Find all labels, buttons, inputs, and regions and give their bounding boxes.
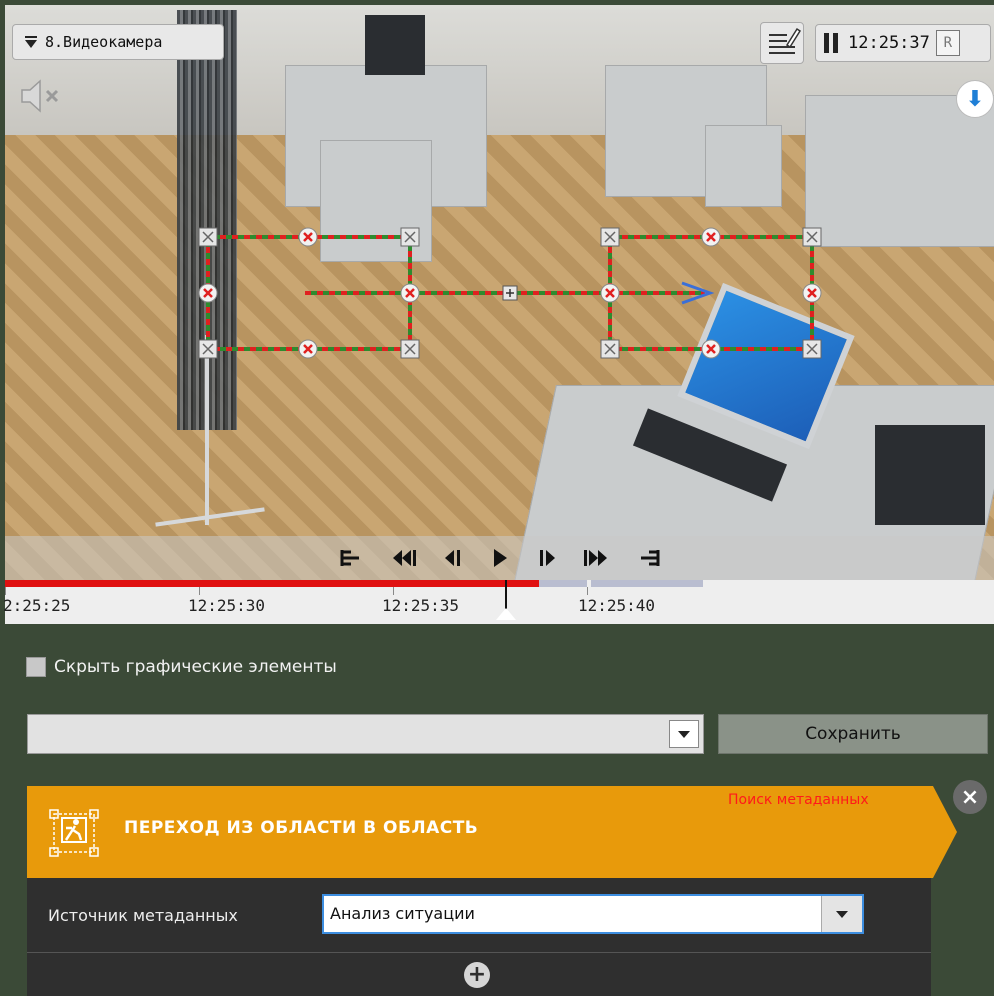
timeline-tick bbox=[393, 587, 394, 595]
go-to-start-icon bbox=[340, 550, 359, 566]
sound-muted-icon[interactable] bbox=[20, 78, 64, 114]
pause-icon[interactable] bbox=[824, 33, 838, 53]
timeline-label: 2:25:25 bbox=[3, 596, 71, 615]
download-button[interactable]: ⬇ bbox=[956, 80, 994, 118]
play-button[interactable] bbox=[479, 538, 521, 578]
close-detector-button[interactable]: × bbox=[953, 780, 987, 814]
timeline-label: 12:25:40 bbox=[578, 596, 656, 615]
timeline-label: 12:25:30 bbox=[188, 596, 266, 615]
metadata-source-dropdown-button[interactable] bbox=[821, 896, 862, 932]
save-button[interactable]: Сохранить bbox=[718, 714, 988, 754]
go-to-start-button[interactable] bbox=[329, 538, 371, 578]
step-back-button[interactable] bbox=[431, 538, 473, 578]
metadata-search-link[interactable]: Поиск метаданных bbox=[728, 792, 869, 808]
metadata-source-value: Анализ ситуации bbox=[330, 904, 475, 923]
preset-select[interactable] bbox=[27, 714, 704, 754]
timeline-recorded bbox=[5, 580, 539, 587]
timeline-label: 12:25:35 bbox=[382, 596, 460, 615]
direction-arrow[interactable] bbox=[305, 281, 715, 305]
fast-forward-icon bbox=[583, 550, 607, 566]
playback-controls bbox=[5, 536, 994, 580]
play-icon bbox=[493, 549, 507, 567]
chevron-down-icon bbox=[678, 730, 690, 738]
step-back-icon bbox=[444, 550, 460, 566]
preset-dropdown-button[interactable] bbox=[669, 720, 699, 748]
timeline-cursor-knob[interactable] bbox=[496, 608, 516, 620]
metadata-source-select[interactable]: Анализ ситуации bbox=[322, 894, 864, 934]
chevron-down-icon bbox=[836, 910, 848, 918]
timeline-archive-segment bbox=[591, 580, 703, 587]
hide-graphics-option[interactable]: Скрыть графические элементы bbox=[26, 654, 337, 680]
camera-selector[interactable]: 8.Видеокамера bbox=[12, 24, 224, 60]
metadata-source-label: Источник метаданных bbox=[48, 906, 238, 925]
current-time: 12:25:37 bbox=[848, 33, 930, 53]
fast-rewind-button[interactable] bbox=[383, 538, 425, 578]
detector-title: ПЕРЕХОД ИЗ ОБЛАСТИ В ОБЛАСТЬ bbox=[124, 818, 479, 838]
timeline-tick bbox=[587, 587, 588, 595]
timeline[interactable]: 2:25:25 12:25:30 12:25:35 12:25:40 bbox=[3, 580, 994, 624]
fast-rewind-icon bbox=[392, 550, 416, 566]
dropdown-icon bbox=[25, 36, 37, 48]
edit-scene-button[interactable] bbox=[760, 22, 804, 64]
timeline-archive-segment bbox=[539, 580, 587, 587]
go-to-end-icon bbox=[640, 550, 659, 566]
fast-forward-button[interactable] bbox=[575, 538, 617, 578]
plus-icon: + bbox=[467, 962, 487, 987]
record-badge[interactable]: R bbox=[935, 30, 960, 56]
close-icon: × bbox=[960, 784, 980, 810]
timeline-tick bbox=[199, 587, 200, 595]
edit-notes-icon bbox=[769, 27, 802, 54]
hide-graphics-label: Скрыть графические элементы bbox=[54, 657, 337, 677]
arrow-down-icon: ⬇ bbox=[965, 86, 985, 112]
zone-overlay[interactable] bbox=[0, 0, 994, 620]
camera-name: 8.Видеокамера bbox=[45, 33, 163, 51]
divider bbox=[27, 952, 931, 953]
step-forward-icon bbox=[539, 550, 555, 566]
step-forward-button[interactable] bbox=[527, 538, 569, 578]
add-button[interactable]: + bbox=[464, 962, 490, 988]
playback-clock[interactable]: 12:25:37 R bbox=[815, 24, 991, 62]
zone-transition-icon bbox=[49, 809, 99, 857]
timeline-tick bbox=[5, 587, 6, 595]
hide-graphics-checkbox[interactable] bbox=[26, 657, 46, 677]
go-to-end-button[interactable] bbox=[629, 538, 671, 578]
